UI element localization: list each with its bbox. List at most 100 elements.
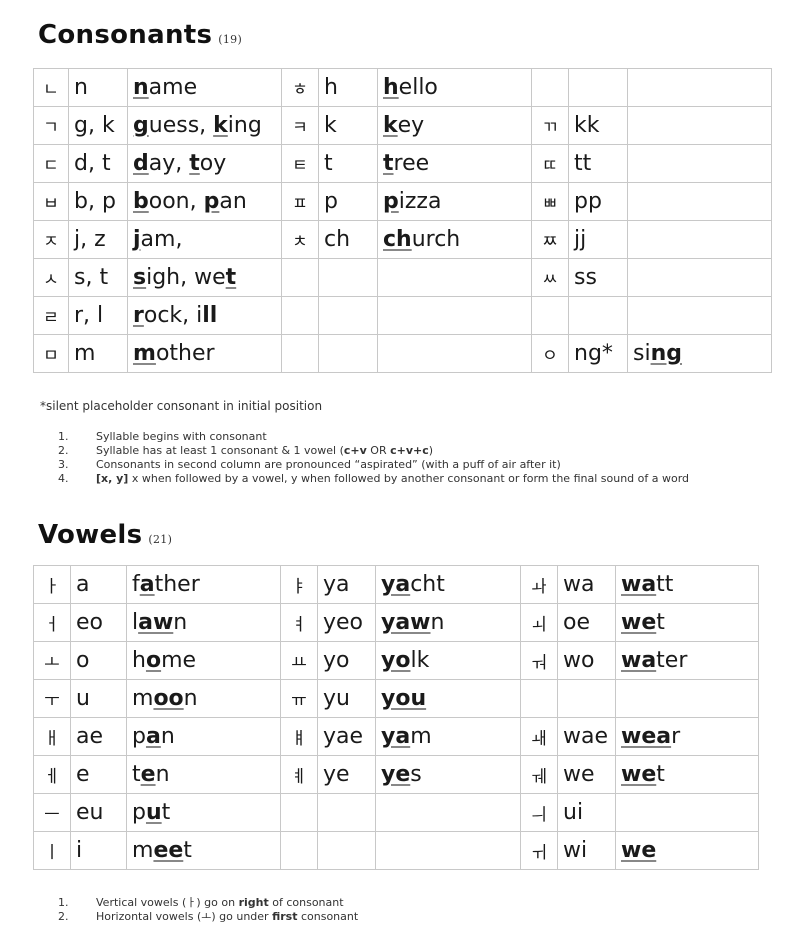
vowel-romanization-cell: we xyxy=(557,755,616,794)
vowel-romanization-cell: ye xyxy=(317,755,376,794)
consonant-romanization-cell: ss xyxy=(568,258,628,297)
vowel-row: ㅜ u moon ㅠ yu you xyxy=(33,679,759,718)
consonant-example-cell: boon, pan xyxy=(127,182,282,221)
vowel-example-cell: lawn xyxy=(126,603,281,642)
vowel-row: ㅣ i meet ㅟ wi we xyxy=(33,831,759,870)
consonants-heading: Consonants xyxy=(38,20,213,50)
vowel-example-cell: watt xyxy=(615,565,759,604)
vowel-letter-cell: ㅒ xyxy=(280,717,318,756)
consonants-rules-list: 1. Syllable begins with consonant 2. Syllab… xyxy=(38,430,689,486)
consonant-letter-cell xyxy=(531,296,569,335)
consonant-example-cell: guess, king xyxy=(127,106,282,145)
vowel-romanization-cell xyxy=(317,793,376,832)
vowel-romanization-cell: ui xyxy=(557,793,616,832)
vowel-romanization-cell: ae xyxy=(70,717,127,756)
consonant-example-cell xyxy=(627,182,772,221)
vowel-romanization-cell: yu xyxy=(317,679,376,718)
consonant-letter-cell xyxy=(531,68,569,107)
consonant-letter-cell: ㄹ xyxy=(33,296,69,335)
vowel-example-cell: you xyxy=(375,679,521,718)
vowel-letter-cell: ㅘ xyxy=(520,565,558,604)
consonant-romanization-cell: tt xyxy=(568,144,628,183)
vowel-letter-cell: ㅐ xyxy=(33,717,71,756)
consonant-romanization-cell: pp xyxy=(568,182,628,221)
vowel-romanization-cell: wi xyxy=(557,831,616,870)
consonant-rule-item: 1. Syllable begins with consonant xyxy=(38,430,689,444)
vowel-romanization-cell: eo xyxy=(70,603,127,642)
vowel-romanization-cell: u xyxy=(70,679,127,718)
consonant-romanization-cell xyxy=(318,258,378,297)
vowels-rules-list: 1. Vertical vowels (ㅏ) go on right of con… xyxy=(38,896,358,924)
vowel-example-cell: father xyxy=(126,565,281,604)
vowel-example-cell xyxy=(375,793,521,832)
vowel-example-cell: water xyxy=(615,641,759,680)
consonant-example-cell: hello xyxy=(377,68,532,107)
consonant-row: ㅈ j, z jam, ㅊ ch church ㅉ jj xyxy=(33,220,772,259)
consonant-example-cell xyxy=(377,258,532,297)
vowel-romanization-cell: wa xyxy=(557,565,616,604)
consonant-row: ㄴ n name ㅎ h hello xyxy=(33,68,772,107)
consonant-letter-cell: ㅎ xyxy=(281,68,319,107)
consonant-row: ㅅ s, t sigh, wet ㅆ ss xyxy=(33,258,772,297)
vowel-letter-cell xyxy=(520,679,558,718)
consonant-letter-cell: ㅁ xyxy=(33,334,69,373)
vowel-example-cell: we xyxy=(615,831,759,870)
consonant-row: ㄱ g, k guess, king ㅋ k key ㄲ kk xyxy=(33,106,772,145)
consonants-title: Consonants (19) xyxy=(38,20,242,50)
vowel-romanization-cell: wo xyxy=(557,641,616,680)
vowel-row: ㅐ ae pan ㅒ yae yam ㅙ wae wear xyxy=(33,717,759,756)
vowel-row: ㅔ e ten ㅖ ye yes ㅞ we wet xyxy=(33,755,759,794)
vowel-letter-cell: ㅏ xyxy=(33,565,71,604)
consonant-rule-item: 2. Syllable has at least 1 consonant & 1 … xyxy=(38,444,689,458)
vowel-example-cell: yacht xyxy=(375,565,521,604)
consonant-romanization-cell xyxy=(318,296,378,335)
rule-number: 4. xyxy=(58,472,69,485)
vowel-example-cell: pan xyxy=(126,717,281,756)
consonant-example-cell xyxy=(627,144,772,183)
consonant-row: ㄹ r, l rock, ill xyxy=(33,296,772,335)
consonant-letter-cell xyxy=(281,258,319,297)
vowel-romanization-cell: e xyxy=(70,755,127,794)
vowel-letter-cell: ㅛ xyxy=(280,641,318,680)
consonant-rule-item: 4. [x, y] x when followed by a vowel, y w… xyxy=(38,472,689,486)
consonant-romanization-cell xyxy=(568,68,628,107)
vowel-letter-cell: ㅗ xyxy=(33,641,71,680)
vowel-example-cell: put xyxy=(126,793,281,832)
rule-text: Horizontal vowels (ㅗ) go under first con… xyxy=(96,910,359,923)
consonant-letter-cell: ㅊ xyxy=(281,220,319,259)
consonant-row: ㅁ m mother ㅇ ng* sing xyxy=(33,334,772,373)
vowel-example-cell: yam xyxy=(375,717,521,756)
vowel-row: ㅗ o home ㅛ yo yolk ㅝ wo water xyxy=(33,641,759,680)
consonant-example-cell xyxy=(377,334,532,373)
consonant-romanization-cell: ch xyxy=(318,220,378,259)
consonant-letter-cell: ㅍ xyxy=(281,182,319,221)
consonant-example-cell: key xyxy=(377,106,532,145)
vowel-letter-cell: ㅠ xyxy=(280,679,318,718)
consonant-rule-item: 3. Consonants in second column are pronou… xyxy=(38,458,689,472)
consonant-letter-cell: ㅌ xyxy=(281,144,319,183)
consonant-romanization-cell: kk xyxy=(568,106,628,145)
consonant-example-cell: church xyxy=(377,220,532,259)
consonant-letter-cell: ㅈ xyxy=(33,220,69,259)
rule-text: Vertical vowels (ㅏ) go on right of conso… xyxy=(96,896,344,909)
vowel-letter-cell: ㅜ xyxy=(33,679,71,718)
consonants-table: ㄴ n name ㅎ h hello ㄱ g, k guess, king ㅋ k key ㄲ kk ㄷ d,… xyxy=(33,68,772,373)
consonant-romanization-cell: g, k xyxy=(68,106,128,145)
consonant-letter-cell: ㅆ xyxy=(531,258,569,297)
rule-number: 2. xyxy=(58,444,69,457)
consonant-romanization-cell: j, z xyxy=(68,220,128,259)
vowel-example-cell: yolk xyxy=(375,641,521,680)
vowel-romanization-cell: eu xyxy=(70,793,127,832)
vowel-romanization-cell: o xyxy=(70,641,127,680)
vowel-letter-cell: ㅖ xyxy=(280,755,318,794)
rule-text: Consonants in second column are pronounc… xyxy=(96,458,561,471)
vowels-heading: Vowels xyxy=(38,520,143,550)
consonant-letter-cell: ㅂ xyxy=(33,182,69,221)
rule-text: Syllable has at least 1 consonant & 1 vo… xyxy=(96,444,434,457)
consonant-romanization-cell: b, p xyxy=(68,182,128,221)
consonant-example-cell: jam, xyxy=(127,220,282,259)
vowel-romanization-cell: yo xyxy=(317,641,376,680)
vowel-romanization-cell: i xyxy=(70,831,127,870)
consonant-romanization-cell: n xyxy=(68,68,128,107)
consonant-example-cell xyxy=(377,296,532,335)
